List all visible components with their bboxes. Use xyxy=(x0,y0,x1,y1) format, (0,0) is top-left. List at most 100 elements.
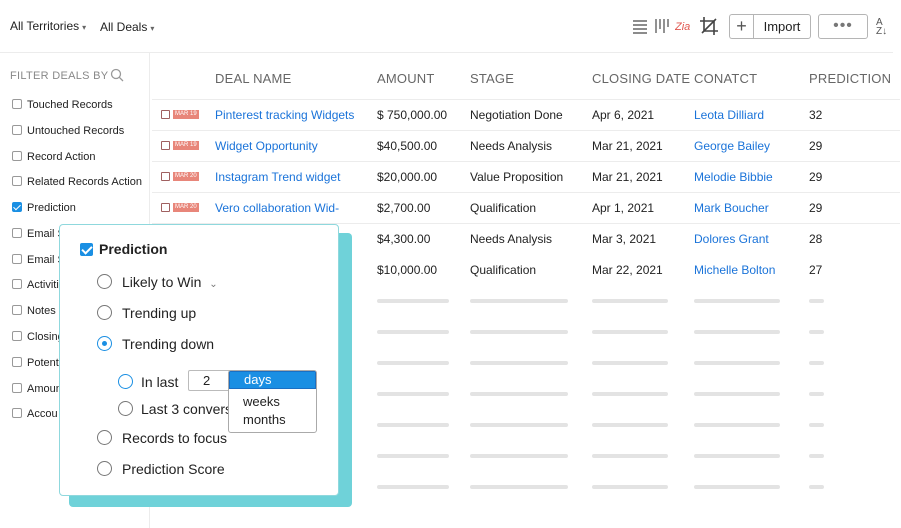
filter-item-email-sent[interactable]: Email S xyxy=(12,228,65,242)
contact-link[interactable]: Dolores Grant xyxy=(694,232,769,246)
chevron-down-icon[interactable]: ⌄ xyxy=(209,279,217,290)
deal-name-link[interactable]: Instagram Trend widget xyxy=(215,170,340,184)
filter-item-potential[interactable]: Potent xyxy=(12,357,59,371)
checkbox-checked[interactable] xyxy=(12,202,22,212)
unit-option-weeks[interactable]: weeks xyxy=(229,393,316,411)
radio-likely-to-win[interactable] xyxy=(97,274,112,289)
checkbox[interactable] xyxy=(12,331,22,341)
sort-az-icon[interactable]: A Z↓ xyxy=(876,18,887,37)
search-icon[interactable] xyxy=(110,68,124,82)
skeleton-bar xyxy=(470,454,568,458)
radio-last-3-conversations[interactable] xyxy=(118,401,133,416)
checkbox[interactable] xyxy=(12,254,22,264)
filter-item-label: Amoun xyxy=(27,383,62,395)
crop-icon[interactable] xyxy=(700,17,718,35)
prediction-cell: 29 xyxy=(809,139,823,153)
checkbox[interactable] xyxy=(12,357,22,367)
checkbox[interactable] xyxy=(12,408,22,418)
checkbox[interactable] xyxy=(12,305,22,315)
records-to-focus-label[interactable]: Records to focus xyxy=(122,430,227,446)
svg-text:Zia: Zia xyxy=(675,21,690,33)
radio-trending-down[interactable] xyxy=(97,336,112,351)
more-options-button[interactable]: ••• xyxy=(818,14,868,39)
skeleton-bar xyxy=(809,423,824,427)
column-header-prediction[interactable]: PREDICTION xyxy=(809,71,891,86)
likely-to-win-text: Likely to Win xyxy=(122,274,202,290)
checkbox[interactable] xyxy=(12,99,22,109)
radio-trending-up[interactable] xyxy=(97,305,112,320)
skeleton-bar xyxy=(809,299,824,303)
top-toolbar: All Territories ▾ All Deals ▾ Zia + Import… xyxy=(0,0,901,52)
filter-item-account[interactable]: Accou xyxy=(12,408,58,422)
stage-cell: Negotiation Done xyxy=(470,108,563,122)
skeleton-bar xyxy=(377,454,449,458)
trending-up-label[interactable]: Trending up xyxy=(122,305,196,321)
territory-dropdown[interactable]: All Territories ▾ xyxy=(10,19,86,33)
deal-name-link[interactable]: Pinterest tracking Widgets xyxy=(215,108,354,122)
zia-icon[interactable]: Zia xyxy=(675,17,693,35)
chevron-down-icon: ▾ xyxy=(82,23,87,32)
checkbox[interactable] xyxy=(12,176,22,186)
closing-date-cell: Mar 3, 2021 xyxy=(592,232,657,246)
add-deal-button[interactable]: + xyxy=(729,14,753,39)
prediction-checkbox[interactable] xyxy=(80,243,93,256)
prediction-filter-popup xyxy=(59,224,339,496)
prediction-score-label[interactable]: Prediction Score xyxy=(122,461,225,477)
likely-to-win-label[interactable]: Likely to Win ⌄ xyxy=(122,274,218,290)
filter-item-activities[interactable]: Activiti xyxy=(12,279,59,293)
last-3-conversations-label[interactable]: Last 3 convers xyxy=(141,401,232,417)
filter-item-email-status[interactable]: Email S xyxy=(12,254,65,268)
amount-cell: $ 750,000.00 xyxy=(377,108,448,122)
filter-item-record-action[interactable]: Record Action xyxy=(12,151,95,165)
skeleton-bar xyxy=(377,361,449,365)
plus-icon: + xyxy=(736,16,747,36)
column-header-contact[interactable]: CONATCT xyxy=(694,71,757,86)
column-header-deal-name[interactable]: DEAL NAME xyxy=(215,71,291,86)
contact-link[interactable]: George Bailey xyxy=(694,139,770,153)
column-header-closing-date[interactable]: CLOSING DATE xyxy=(592,71,690,86)
column-header-stage[interactable]: STAGE xyxy=(470,71,514,86)
filter-item-prediction[interactable]: Prediction xyxy=(12,202,76,216)
filter-item-notes[interactable]: Notes xyxy=(12,305,56,319)
filter-item-touched-records[interactable]: Touched Records xyxy=(12,99,113,113)
filter-item-untouched-records[interactable]: Untouched Records xyxy=(12,125,124,139)
contact-link[interactable]: Melodie Bibbie xyxy=(694,170,773,184)
contact-link[interactable]: Michelle Bolton xyxy=(694,263,775,277)
filter-item-related-records-action[interactable]: Related Records Action xyxy=(12,176,142,190)
unit-option-days[interactable]: days xyxy=(229,371,316,389)
radio-in-last[interactable] xyxy=(118,374,133,389)
stage-cell: Qualification xyxy=(470,263,537,277)
contact-link[interactable]: Mark Boucher xyxy=(694,201,769,215)
deals-view-dropdown[interactable]: All Deals ▾ xyxy=(100,20,154,34)
column-header-amount[interactable]: AMOUNT xyxy=(377,71,435,86)
filter-item-closing[interactable]: Closing xyxy=(12,331,64,345)
task-icon[interactable] xyxy=(161,141,170,150)
unit-option-months[interactable]: months xyxy=(229,411,316,429)
contact-link[interactable]: Leota Dilliard xyxy=(694,108,764,122)
closing-date-cell: Mar 22, 2021 xyxy=(592,263,663,277)
checkbox[interactable] xyxy=(12,279,22,289)
list-view-icon[interactable] xyxy=(631,17,649,35)
task-icon[interactable] xyxy=(161,172,170,181)
skeleton-bar xyxy=(592,454,668,458)
skeleton-bar xyxy=(470,330,568,334)
checkbox[interactable] xyxy=(12,151,22,161)
deal-name-link[interactable]: Widget Opportunity xyxy=(215,139,318,153)
task-icon[interactable] xyxy=(161,203,170,212)
trending-down-label[interactable]: Trending down xyxy=(122,336,214,352)
checkbox[interactable] xyxy=(12,228,22,238)
prediction-cell: 32 xyxy=(809,108,823,122)
radio-records-to-focus[interactable] xyxy=(97,430,112,445)
deal-name-link[interactable]: Vero collaboration Wid- xyxy=(215,201,339,215)
import-button[interactable]: Import xyxy=(753,14,811,39)
task-icon[interactable] xyxy=(161,110,170,119)
skeleton-bar xyxy=(592,330,668,334)
date-tag: MAR 19 xyxy=(173,110,199,119)
radio-prediction-score[interactable] xyxy=(97,461,112,476)
filter-item-amount[interactable]: Amoun xyxy=(12,383,62,397)
skeleton-bar xyxy=(470,361,568,365)
checkbox[interactable] xyxy=(12,383,22,393)
kanban-view-icon[interactable] xyxy=(653,17,671,35)
time-unit-dropdown-list[interactable]: days weeks months xyxy=(228,370,317,433)
checkbox[interactable] xyxy=(12,125,22,135)
